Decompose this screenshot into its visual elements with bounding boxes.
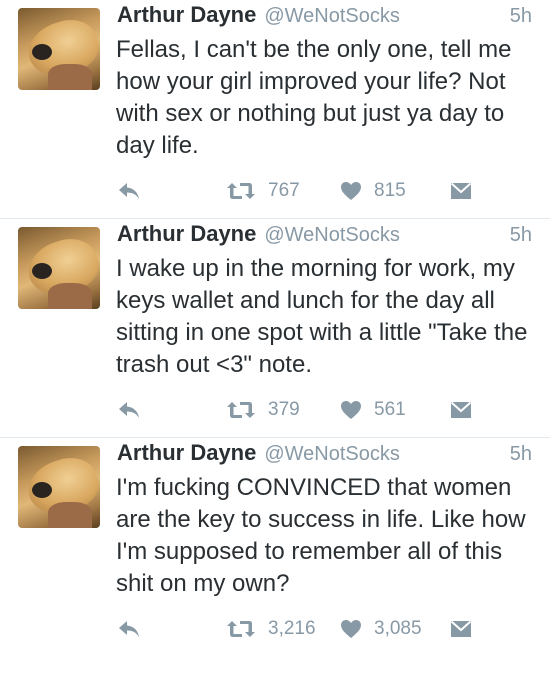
tweet-header: Arthur Dayne @WeNotSocks 5h: [117, 221, 532, 253]
message-button[interactable]: [450, 176, 472, 206]
avatar[interactable]: [18, 446, 100, 528]
envelope-icon: [450, 620, 472, 637]
retweet-count: 3,216: [268, 618, 316, 639]
retweet-button[interactable]: 3,216: [226, 614, 316, 644]
tweet[interactable]: Arthur Dayne @WeNotSocks 5h I wake up in…: [0, 219, 550, 438]
retweet-count: 379: [268, 399, 300, 420]
avatar[interactable]: [18, 227, 100, 309]
like-button[interactable]: 561: [340, 395, 406, 425]
tweet-text: Fellas, I can't be the only one, tell me…: [116, 36, 512, 159]
envelope-icon: [450, 401, 472, 418]
author-handle[interactable]: @WeNotSocks: [264, 224, 400, 247]
reply-icon: [119, 183, 139, 199]
heart-icon: [341, 620, 361, 638]
tweet[interactable]: Arthur Dayne @WeNotSocks 5h I'm fucking …: [0, 438, 550, 681]
timestamp[interactable]: 5h: [510, 224, 532, 247]
heart-icon: [341, 182, 361, 200]
tweet-header: Arthur Dayne @WeNotSocks 5h: [117, 2, 532, 34]
timestamp[interactable]: 5h: [510, 5, 532, 28]
author-handle[interactable]: @WeNotSocks: [264, 5, 400, 28]
like-count: 815: [374, 180, 406, 201]
tweet-text: I'm fucking CONVINCED that women are the…: [116, 474, 526, 597]
tweet[interactable]: Arthur Dayne @WeNotSocks 5h Fellas, I ca…: [0, 0, 550, 219]
author-name[interactable]: Arthur Dayne: [117, 2, 256, 28]
retweet-icon: [227, 183, 255, 199]
reply-icon: [119, 621, 139, 637]
retweet-button[interactable]: 379: [226, 395, 300, 425]
avatar[interactable]: [18, 8, 100, 90]
tweet-actions: 767 815: [0, 176, 550, 206]
author-name[interactable]: Arthur Dayne: [117, 221, 256, 247]
like-count: 561: [374, 399, 406, 420]
like-count: 3,085: [374, 618, 422, 639]
reply-icon: [119, 402, 139, 418]
reply-button[interactable]: [118, 176, 140, 206]
tweet-actions: 3,216 3,085: [0, 614, 550, 644]
tweet-actions: 379 561: [0, 395, 550, 425]
message-button[interactable]: [450, 395, 472, 425]
message-button[interactable]: [450, 614, 472, 644]
reply-button[interactable]: [118, 395, 140, 425]
retweet-icon: [227, 621, 255, 637]
reply-button[interactable]: [118, 614, 140, 644]
tweet-text: I wake up in the morning for work, my ke…: [116, 255, 528, 378]
tweet-header: Arthur Dayne @WeNotSocks 5h: [117, 440, 532, 472]
retweet-icon: [227, 402, 255, 418]
like-button[interactable]: 815: [340, 176, 406, 206]
envelope-icon: [450, 182, 472, 199]
like-button[interactable]: 3,085: [340, 614, 422, 644]
heart-icon: [341, 401, 361, 419]
timestamp[interactable]: 5h: [510, 443, 532, 466]
author-handle[interactable]: @WeNotSocks: [264, 443, 400, 466]
author-name[interactable]: Arthur Dayne: [117, 440, 256, 466]
retweet-button[interactable]: 767: [226, 176, 300, 206]
retweet-count: 767: [268, 180, 300, 201]
